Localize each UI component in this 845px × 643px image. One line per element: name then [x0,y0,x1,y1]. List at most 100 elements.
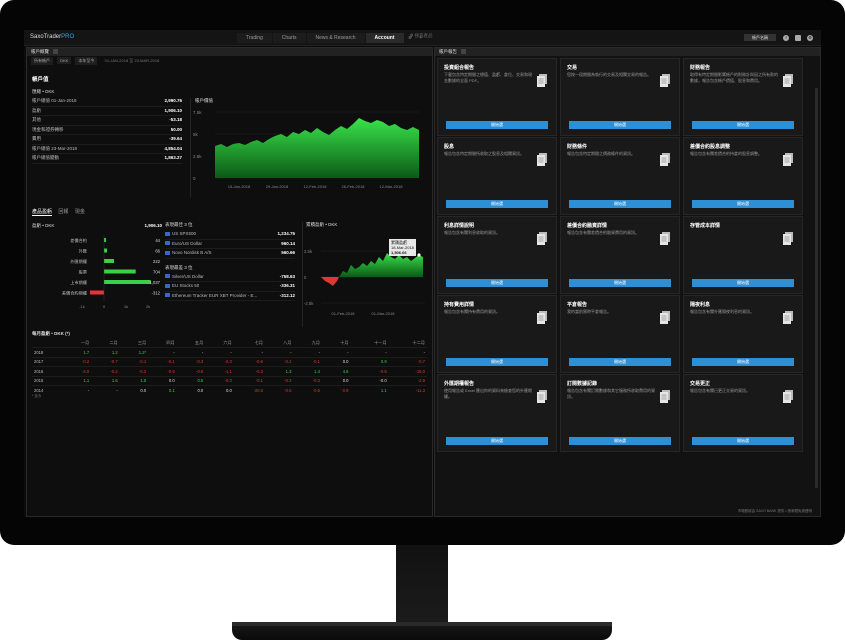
month-cell: 1.2 [111,350,118,356]
date-range: 01-JAN-2018 至 23-MAR-2018 [104,58,160,63]
pnl-row-value: -312 [152,290,161,295]
document-icon [783,74,793,87]
tab-charts[interactable]: Charts [272,33,306,43]
report-open-button[interactable]: 開始選 [692,279,794,287]
report-open-button[interactable]: 開始選 [446,121,548,129]
row-value: -39.64 [169,136,182,141]
period-select[interactable]: 本年至今 [75,57,98,65]
account-overview-pane: 帳戶概覽 所有帳戶 DKK 本年至今 01-JAN-2018 至 23-MAR-… [26,47,433,517]
report-card: 外匯期權報告 使用報告或 Excel 匯出你的資料來檢查您的外匯期權。 開始選 [437,374,557,452]
performer-label: EU Stocks 50 [172,283,200,288]
month-cell: 0.0 [168,378,175,384]
report-card: 財務條件 報告包含特定期間之債務條件的資訊。 開始選 [560,137,680,215]
scrollbar[interactable] [815,88,818,488]
month-cell: -2.8 [417,378,425,384]
report-title: 股息 [444,144,455,150]
month-header: 二月 [109,340,118,346]
report-open-button[interactable]: 開始選 [692,200,794,208]
month-cell: -0.1 [167,359,175,365]
document-icon [660,311,670,324]
report-open-button[interactable]: 開始選 [446,437,548,445]
cum-x-tick: 01-Mar-2018 [372,311,396,316]
tab-account[interactable]: Account [365,33,404,43]
account-button[interactable]: 帳戶名稱 [744,34,776,41]
report-description: 取得有特定期間影響帳戶的財務計與因之所有款的數據，報告包含帳戶價值、股息和費用。 [690,72,778,83]
report-card: 差價合約融資詳情 報告包含有關差價合約融資費用的資訊。 開始選 [560,216,680,294]
instrument-flag-icon [165,283,170,288]
month-cell: - [87,387,90,393]
performer-row[interactable]: Novo Nordisk B A/S 560.66 [165,249,295,259]
tab-product-pnl[interactable]: 產品盈虧 [32,209,53,216]
month-header: 十二月 [412,340,425,346]
account-value-chart: 帳戶價值 7.5k 5k 2.5k 0 15-Jan-2018 29-Jan-2018 12… [190,98,426,198]
pane-menu-icon[interactable] [53,49,58,55]
currency-select[interactable]: DKK [57,57,72,64]
report-title: 持有費用詳情 [444,302,475,308]
month-cell: -0.1 [312,359,320,365]
report-title: 存管成本詳情 [690,223,721,229]
account-select[interactable]: 所有帳戶 [31,57,53,65]
pnl-total-row: 盈虧 • DKK 1,906.10 [32,222,162,231]
report-card: 投資組合報告 下載包含特定期間之總值、盈虧、倉位、交易和現金數據的全面 PDF。開… [437,58,557,136]
reports-menu-icon[interactable] [461,49,466,55]
pnl-row-label: 外匯 [79,247,87,254]
report-description: 報告包含有關差價合約持倉的股息調整。 [690,151,762,156]
report-description: 您按一段期間為執行的交易及相關交易的報告。 [567,72,651,77]
month-cell: -0.9 [341,387,349,393]
report-open-button[interactable]: 開始選 [446,358,548,366]
report-open-button[interactable]: 開始選 [446,200,548,208]
performer-row[interactable]: Ethereum Tracker EUR XBT Provider - E...… [165,292,295,301]
search-field[interactable]: ⚲ 搜尋產品 [410,33,510,42]
report-open-button[interactable]: 開始選 [692,437,794,445]
report-description: 報告包含有關持有費用的資訊。 [444,309,500,314]
report-open-button[interactable]: 開始選 [569,279,671,287]
row-label: 盈虧 [32,107,41,113]
month-cell: 1.4 [314,368,320,374]
tab-returns[interactable]: 回報 [58,209,68,215]
value-chart-svg: 7.5k 5k 2.5k 0 15-Jan-2018 29-Jan-2018 12-Feb-… [193,110,419,189]
month-cell: -0.3 [196,359,204,365]
performer-row[interactable]: US SPX500 1,234.75 [165,230,295,240]
report-open-button[interactable]: 開始選 [692,121,794,129]
cum-x-tick: 01-Feb-2018 [332,311,356,316]
month-cell: -0.8 [379,368,387,374]
month-cell: -0.2 [110,368,118,374]
instrument-flag-icon [165,231,170,236]
pnl-bar [104,279,151,284]
report-title: 交易 [567,65,578,71]
month-cell: -0.3 [284,378,292,384]
gear-icon[interactable]: ⚙ [807,35,813,41]
monthly-title: 每月盈虧 • DKK (*) [32,331,70,336]
pnl-axis-tick: 1k [124,304,128,309]
tab-cash[interactable]: 現金 [75,209,85,215]
year-cell: 2015 [34,378,44,384]
mail-icon[interactable] [795,35,801,41]
report-open-button[interactable]: 開始選 [569,358,671,366]
tab-news-research[interactable]: News & Research [306,33,365,43]
report-open-button[interactable]: 開始選 [569,200,671,208]
performer-row[interactable]: EU Stocks 50 -336.31 [165,282,295,292]
year-cell: 2016 [34,368,44,374]
tab-trading[interactable]: Trading [237,33,272,43]
pnl-bar [104,258,114,263]
performer-label: US SPX500 [172,231,197,236]
monthly-header-row: 一月 二月 三月 四月 五月 六月 七月 八月 九月 十月 十一月 十二月 [32,339,427,348]
report-card: 差價合約股息調整 報告包含有關差價合約持倉的股息調整。 開始選 [683,137,803,215]
month-cell: 1.1 [83,378,90,384]
report-open-button[interactable]: 開始選 [569,121,671,129]
document-icon [537,390,547,403]
month-cell: - [318,350,320,356]
report-open-button[interactable]: 開始選 [446,279,548,287]
month-cell: -1.1 [224,368,232,374]
report-title: 財務報告 [690,65,711,71]
help-icon[interactable]: ? [783,35,789,41]
report-open-button[interactable]: 開始選 [569,437,671,445]
month-cell: 1.6 [111,378,118,384]
account-value-row: 費用 -39.64 [32,135,182,145]
performer-row[interactable]: Silver/US Dollar -758.63 [165,273,295,282]
cum-y-tick: 0 [304,275,307,280]
pnl-bar [104,269,136,273]
report-card: 利息詳情說明 報告包含有關利息收取的資訊。 開始選 [437,216,557,294]
report-open-button[interactable]: 開始選 [692,358,794,366]
performer-row[interactable]: Euro/US Dollar 960.14 [165,240,295,249]
